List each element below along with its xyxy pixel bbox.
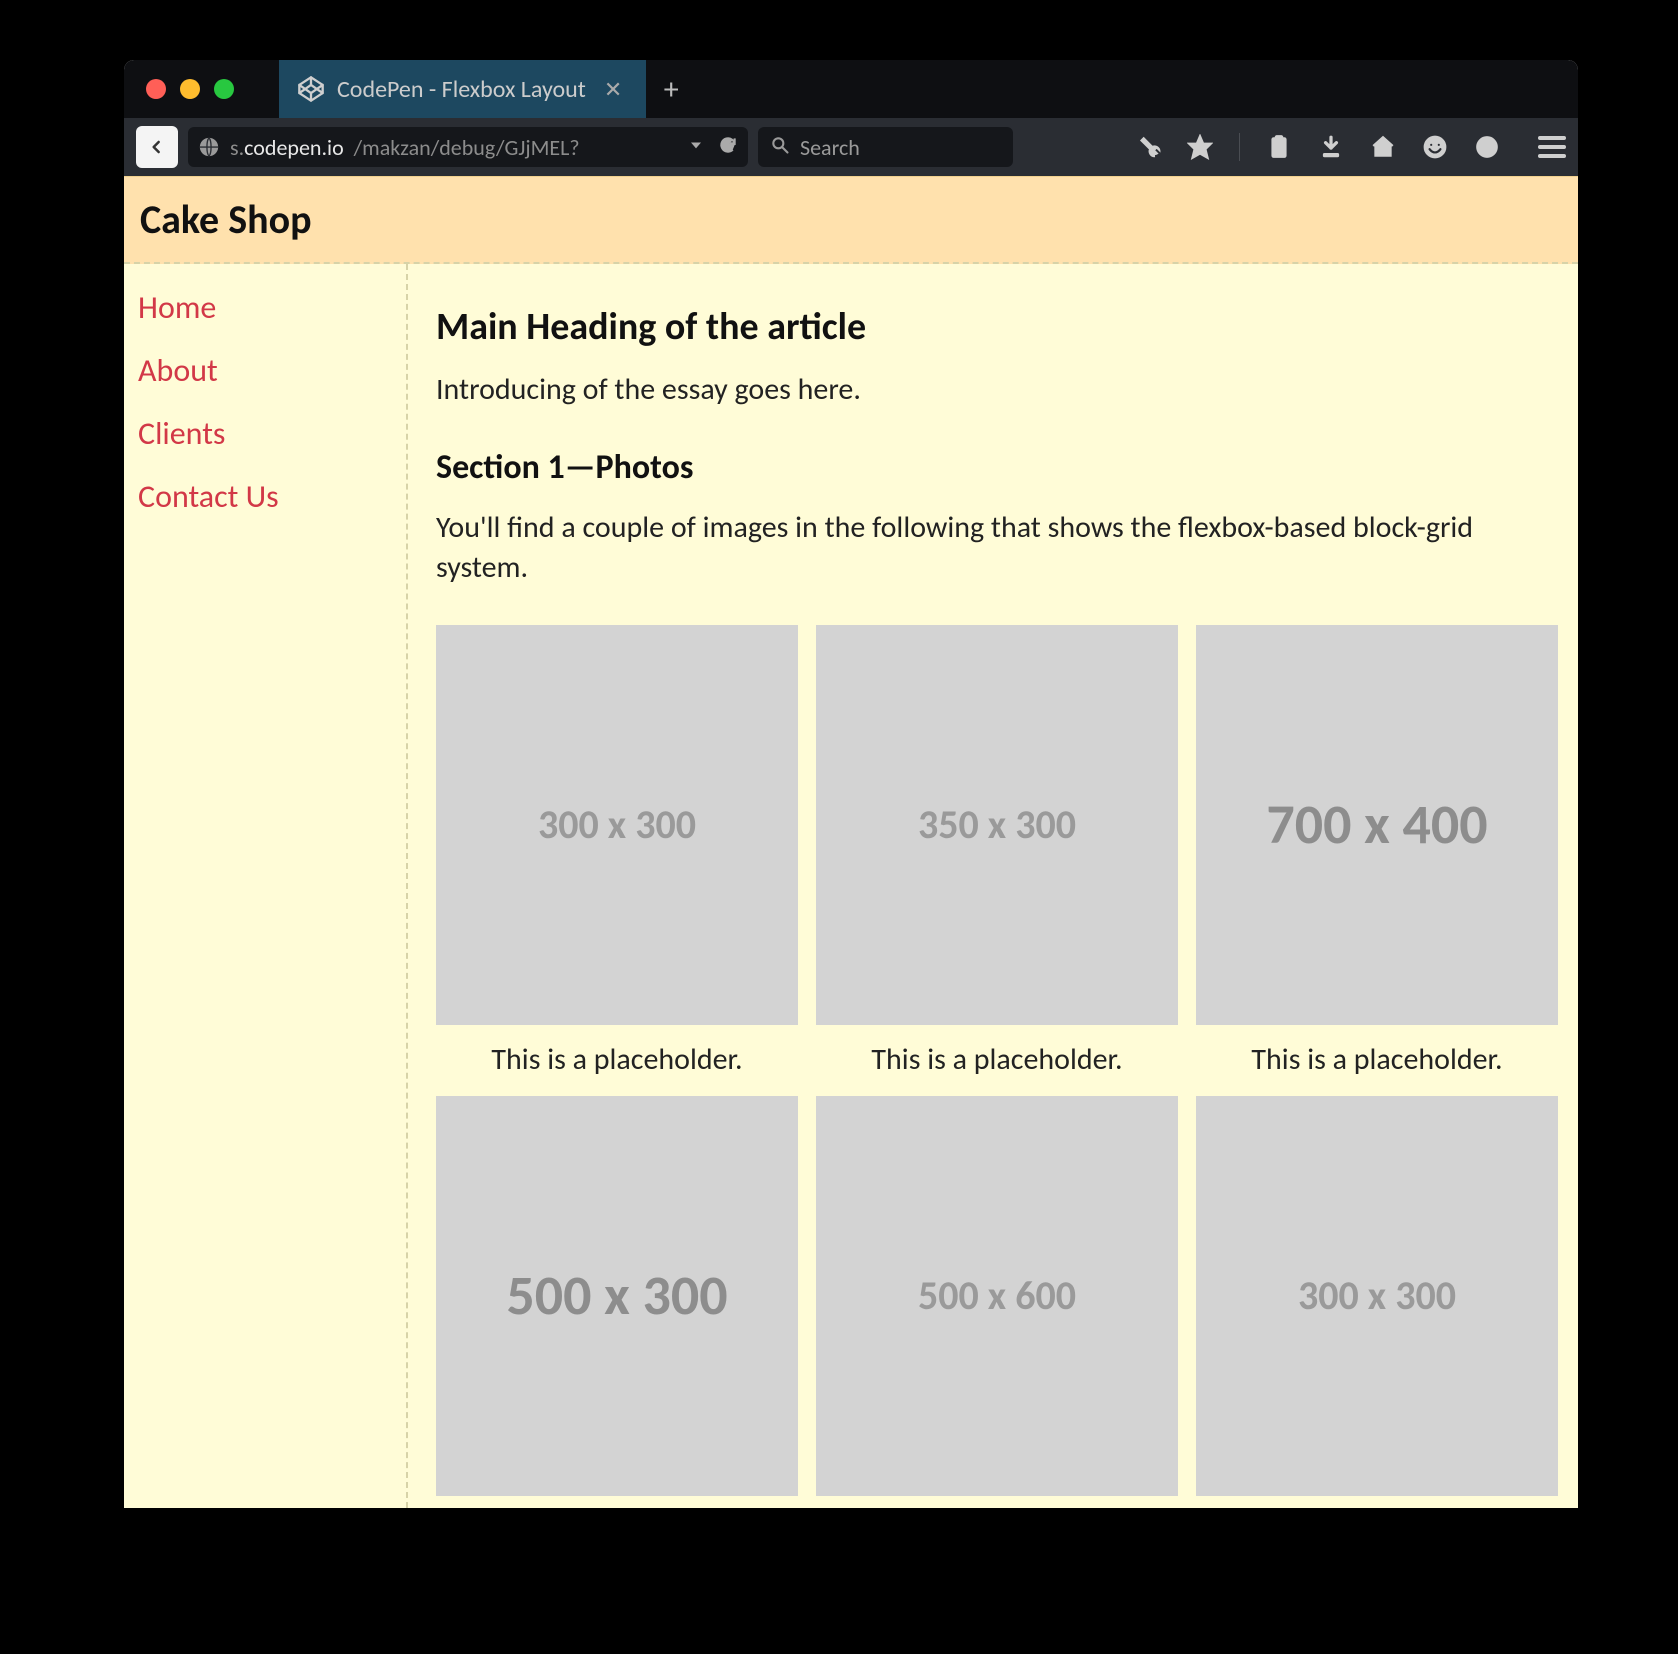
tile-caption: This is a placeholder.: [491, 1041, 742, 1078]
grid-tile: 350 x 300 This is a placeholder.: [816, 625, 1178, 1078]
photo-grid: 300 x 300 This is a placeholder. 350 x 3…: [436, 625, 1558, 1496]
search-placeholder: Search: [800, 134, 860, 161]
grid-tile: 700 x 400 This is a placeholder.: [1196, 625, 1558, 1078]
smiley-icon[interactable]: [1422, 134, 1448, 160]
placeholder-image: 350 x 300: [816, 625, 1178, 1025]
tab-strip: CodePen - Flexbox Layout ✕ +: [124, 60, 1578, 118]
back-button[interactable]: [136, 126, 178, 168]
placeholder-image: 700 x 400: [1196, 625, 1558, 1025]
tab-title: CodePen - Flexbox Layout: [337, 75, 586, 104]
download-icon[interactable]: [1318, 134, 1344, 160]
tile-caption: This is a placeholder.: [871, 1041, 1122, 1078]
nav-link-clients[interactable]: Clients: [138, 414, 392, 453]
codepen-icon: [297, 75, 325, 103]
address-bar[interactable]: s.codepen.io/makzan/debug/GJjMEL?: [188, 127, 748, 167]
search-icon: [770, 134, 790, 161]
main-article: Main Heading of the article Introducing …: [408, 264, 1578, 1508]
dropdown-icon[interactable]: [686, 134, 706, 161]
close-window-button[interactable]: [146, 79, 166, 99]
page-body: Home About Clients Contact Us Main Headi…: [124, 264, 1578, 1508]
sidebar-nav: Home About Clients Contact Us: [124, 264, 408, 1508]
toolbar-icons: [1135, 131, 1566, 163]
clipboard-icon[interactable]: [1266, 134, 1292, 160]
grid-tile: 300 x 300 This is a placeholder.: [436, 625, 798, 1078]
grid-tile: 300 x 300: [1196, 1096, 1558, 1496]
nav-link-about[interactable]: About: [138, 351, 392, 390]
nav-link-home[interactable]: Home: [138, 288, 392, 327]
placeholder-image: 300 x 300: [1196, 1096, 1558, 1496]
url-host: s.codepen.io: [230, 134, 344, 161]
section1-title: Section 1—Photos: [436, 447, 1558, 488]
placeholder-image: 300 x 300: [436, 625, 798, 1025]
tile-caption: This is a placeholder.: [1251, 1041, 1502, 1078]
minimize-window-button[interactable]: [180, 79, 200, 99]
grid-tile: 500 x 600: [816, 1096, 1178, 1496]
maximize-window-button[interactable]: [214, 79, 234, 99]
browser-window: CodePen - Flexbox Layout ✕ + s.codepen.i…: [124, 60, 1578, 1508]
url-path: /makzan/debug/GJjMEL?: [354, 134, 580, 161]
search-box[interactable]: Search: [758, 127, 1013, 167]
article-heading: Main Heading of the article: [436, 304, 1558, 350]
placeholder-image: 500 x 300: [436, 1096, 798, 1496]
nav-link-contact[interactable]: Contact Us: [138, 477, 392, 516]
browser-toolbar: s.codepen.io/makzan/debug/GJjMEL? Search: [124, 118, 1578, 176]
site-title: Cake Shop: [140, 195, 1562, 244]
globe-icon: [198, 136, 220, 158]
section1-body: You'll find a couple of images in the fo…: [436, 508, 1558, 589]
wrench-icon[interactable]: [1135, 134, 1161, 160]
window-controls: [124, 60, 279, 118]
site-header: Cake Shop: [124, 176, 1578, 264]
page-content: Cake Shop Home About Clients Contact Us …: [124, 176, 1578, 1508]
grid-tile: 500 x 300: [436, 1096, 798, 1496]
star-icon[interactable]: [1187, 134, 1213, 160]
placeholder-image: 500 x 600: [816, 1096, 1178, 1496]
toolbar-separator: [1239, 133, 1240, 161]
browser-tab[interactable]: CodePen - Flexbox Layout ✕: [279, 60, 646, 118]
meter-icon[interactable]: [1474, 134, 1500, 160]
article-intro: Introducing of the essay goes here.: [436, 370, 1558, 411]
home-icon[interactable]: [1370, 134, 1396, 160]
reload-icon[interactable]: [718, 134, 738, 161]
new-tab-button[interactable]: +: [646, 60, 696, 118]
menu-button[interactable]: [1526, 131, 1566, 163]
tab-close-button[interactable]: ✕: [598, 76, 628, 103]
